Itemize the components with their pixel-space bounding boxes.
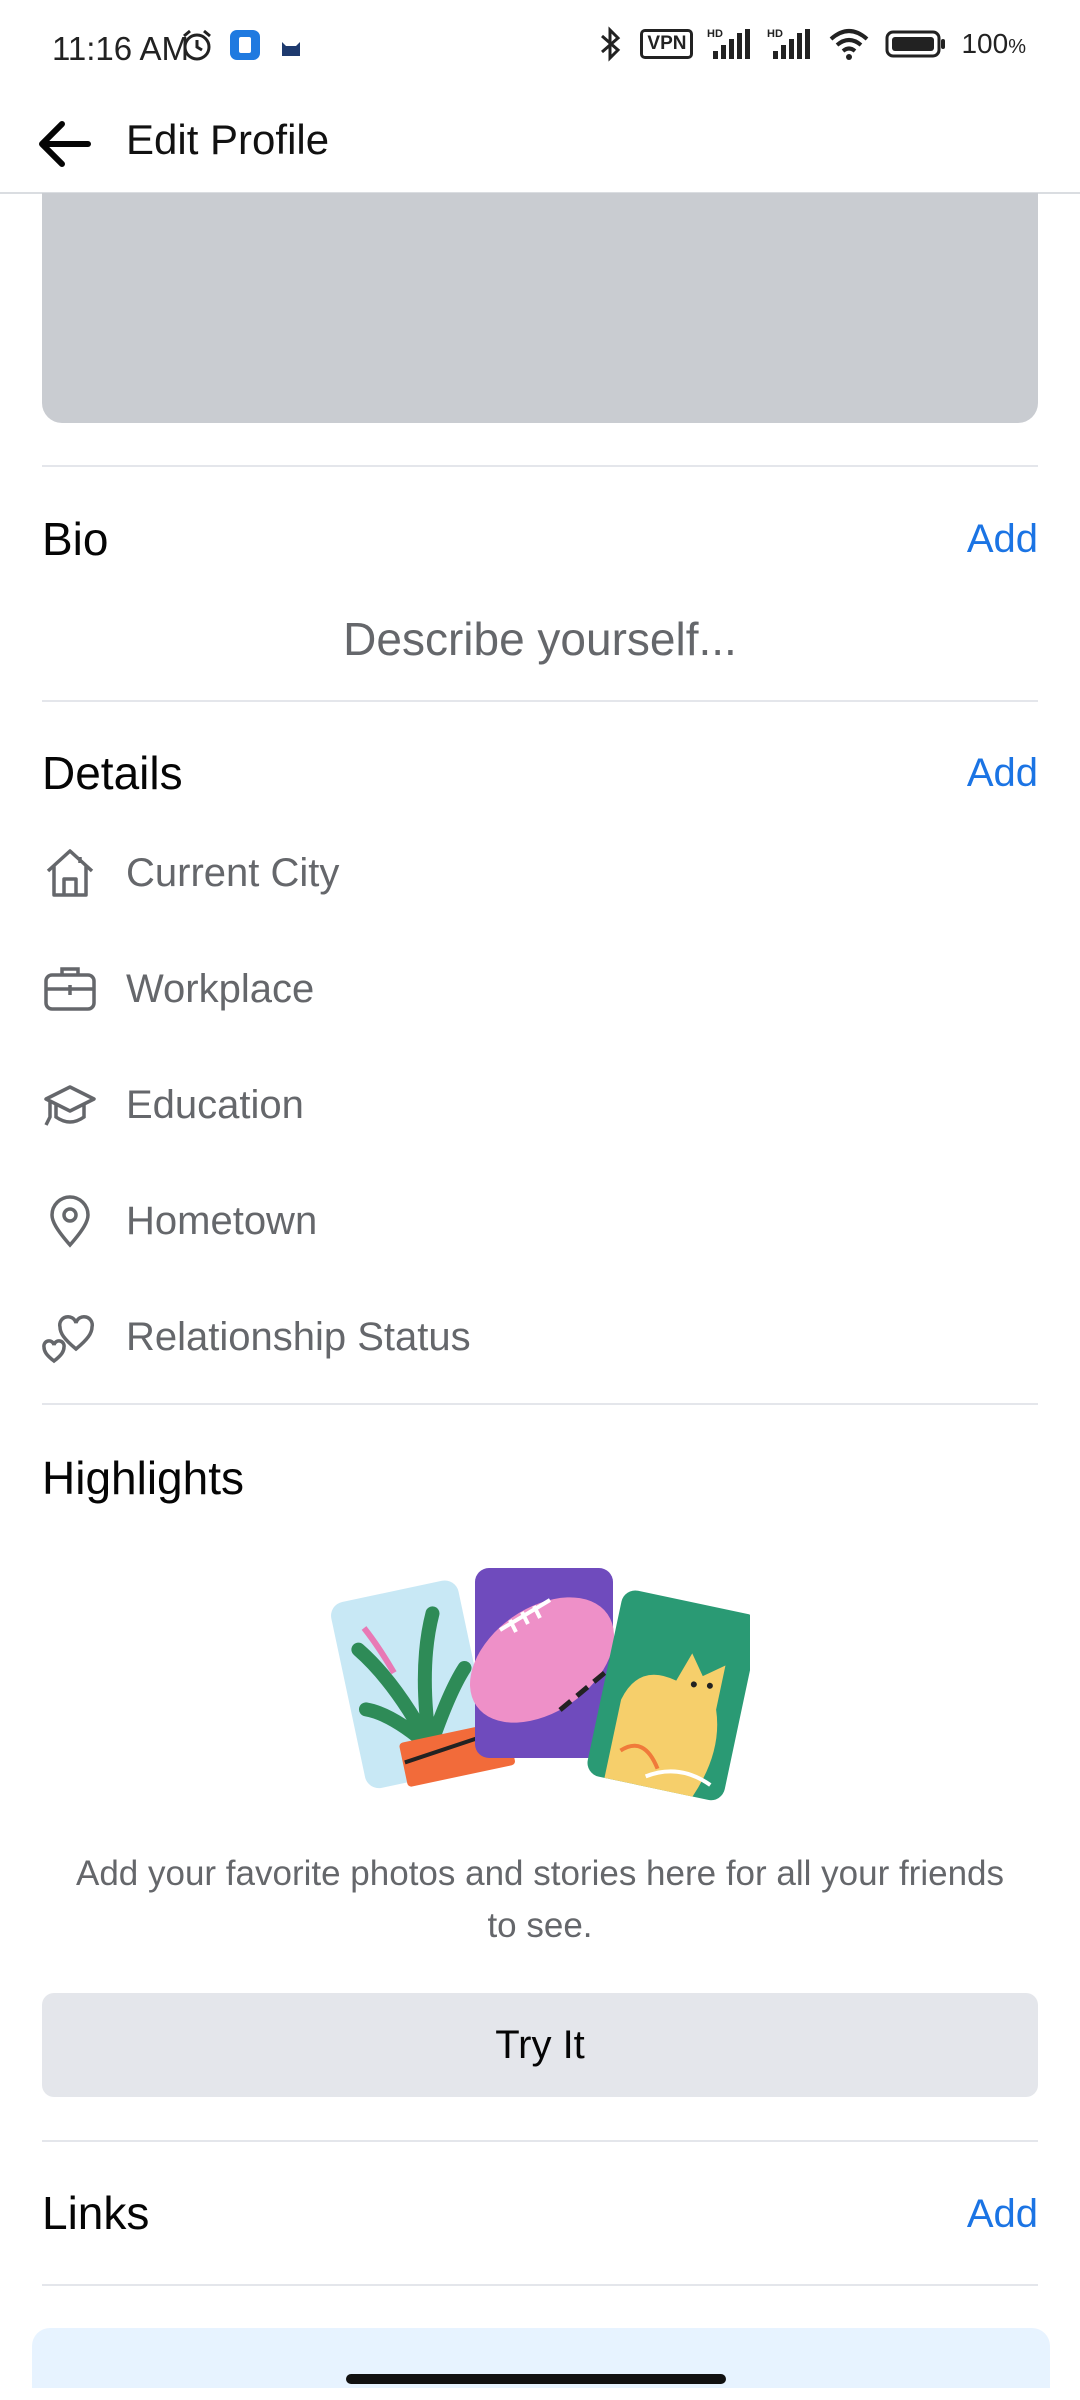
- wifi-icon: [830, 29, 869, 60]
- battery-icon: [885, 30, 946, 58]
- signal-icon-2: HD: [767, 28, 811, 59]
- heart-icon: [42, 1309, 98, 1365]
- status-time: 11:16 AM: [52, 30, 189, 67]
- arrow-left-icon[interactable]: [32, 112, 96, 176]
- vpn-badge: VPN: [640, 29, 694, 59]
- bio-add-button[interactable]: Add: [967, 517, 1038, 562]
- highlights-description: Add your favorite photos and stories her…: [76, 1854, 1004, 1945]
- status-bar: 11:16 AM VPN HD HD 100%: [0, 0, 1080, 100]
- graduation-cap-icon: [42, 1077, 98, 1133]
- home-icon: [42, 845, 98, 901]
- links-title: Links: [42, 2187, 150, 2239]
- briefcase-icon: [42, 961, 98, 1017]
- details-add-button[interactable]: Add: [967, 751, 1038, 796]
- details-title: Details: [42, 747, 183, 799]
- status-left-icons: [180, 28, 306, 62]
- battery-percent: 100%: [961, 28, 1026, 59]
- cover-photo[interactable]: [42, 193, 1038, 423]
- detail-label: Education: [126, 1082, 304, 1127]
- signal-icon: HD: [707, 28, 751, 59]
- detail-label: Current City: [126, 850, 340, 895]
- cat-app-icon: [282, 42, 300, 56]
- svg-text:HD: HD: [707, 28, 723, 40]
- home-indicator[interactable]: [346, 2374, 726, 2384]
- detail-row-education[interactable]: Education: [42, 1060, 1038, 1150]
- bio-placeholder[interactable]: Describe yourself...: [0, 612, 1080, 666]
- detail-row-relationship-status[interactable]: Relationship Status: [42, 1292, 1038, 1382]
- highlights-illustration: [331, 1568, 750, 1801]
- detail-row-workplace[interactable]: Workplace: [42, 944, 1038, 1034]
- detail-row-hometown[interactable]: Hometown: [42, 1176, 1038, 1266]
- page-title: Edit Profile: [126, 116, 330, 163]
- location-pin-icon: [42, 1193, 98, 1249]
- app-bar: Edit Profile: [0, 100, 1080, 194]
- detail-label: Workplace: [126, 966, 315, 1011]
- svg-text:HD: HD: [767, 28, 783, 40]
- divider: [42, 2284, 1038, 2286]
- links-add-button[interactable]: Add: [967, 2192, 1038, 2237]
- divider: [42, 2140, 1038, 2142]
- detail-row-current-city[interactable]: Current City: [42, 828, 1038, 918]
- divider: [42, 700, 1038, 702]
- bluetooth-icon: [601, 26, 621, 62]
- detail-label: Relationship Status: [126, 1314, 471, 1359]
- try-it-button[interactable]: Try It: [42, 1993, 1038, 2097]
- divider: [42, 1403, 1038, 1405]
- app-notification-icon: [230, 30, 260, 60]
- divider: [42, 465, 1038, 467]
- alarm-icon: [183, 29, 211, 61]
- highlights-title: Highlights: [42, 1452, 244, 1504]
- bio-title: Bio: [42, 513, 109, 565]
- detail-label: Hometown: [126, 1198, 318, 1243]
- status-right-icons: VPN HD HD 100%: [596, 26, 1026, 62]
